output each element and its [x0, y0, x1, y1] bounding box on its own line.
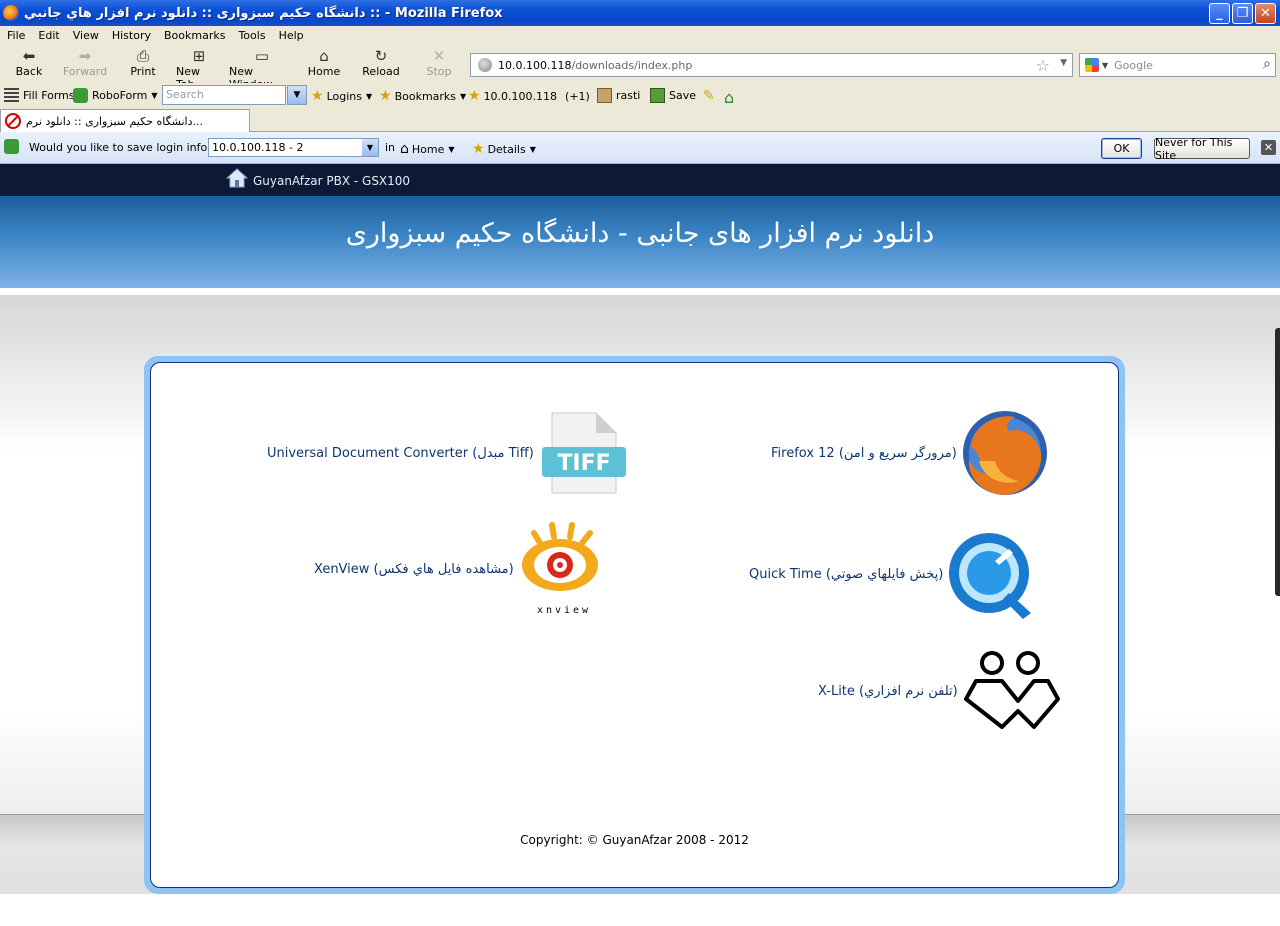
search-box[interactable]: ▼ Google ⌕	[1079, 53, 1276, 77]
roboform-bookmarks-button[interactable]: ★ Bookmarks ▼	[379, 88, 466, 104]
login-name-select[interactable]: 10.0.100.118 - 2 ▼	[208, 138, 379, 157]
stop-button[interactable]: ✕ Stop	[424, 47, 454, 81]
ok-button[interactable]: OK	[1101, 138, 1142, 159]
window-title: دانشگاه حکیم سبزواری :: دانلود نرم افزار…	[24, 5, 503, 21]
magnifier-icon[interactable]: ⌕	[1263, 56, 1271, 72]
save-icon	[650, 88, 665, 103]
menu-view[interactable]: View	[73, 29, 99, 42]
minimize-button[interactable]: _	[1209, 3, 1230, 24]
details-button[interactable]: ★ Details ▼	[472, 141, 536, 157]
url-dropdown-icon[interactable]: ▼	[1060, 58, 1067, 68]
search-placeholder: Google	[1114, 58, 1153, 72]
reload-icon: ↻	[374, 47, 388, 65]
details-star-icon: ★	[472, 141, 485, 157]
globe-icon	[478, 58, 492, 72]
quicktime-logo-icon	[949, 533, 1032, 619]
chevron-down-icon[interactable]: ▼	[362, 139, 378, 156]
menu-tools[interactable]: Tools	[238, 29, 265, 42]
firefox-logo-icon	[962, 411, 1047, 495]
restore-button[interactable]: ❐	[1232, 3, 1253, 24]
home-icon: ⌂	[319, 47, 329, 65]
logins-icon: ★	[311, 88, 324, 104]
folder-home-button[interactable]: ⌂ Home ▼	[400, 141, 455, 157]
pbx-home-icon[interactable]	[226, 167, 248, 189]
pbx-top-bar: GuyanAfzar PBX - GSX100	[0, 164, 1280, 196]
close-notification-icon[interactable]: ✕	[1261, 140, 1276, 155]
menu-bookmarks[interactable]: Bookmarks	[164, 29, 225, 42]
tab-label: دانشگاه حکیم سبزواری :: دانلود نرم...	[26, 114, 204, 128]
print-button[interactable]: ⎙ Print	[128, 47, 158, 81]
search-engine-dropdown-icon[interactable]: ▼	[1102, 61, 1108, 70]
identity-button[interactable]: rasti	[597, 88, 640, 103]
stop-icon: ✕	[432, 47, 446, 65]
printer-icon: ⎙	[136, 47, 149, 65]
back-arrow-icon: ⬅	[22, 47, 36, 65]
pbx-title[interactable]: GuyanAfzar PBX - GSX100	[253, 174, 410, 188]
home-folder-icon: ⌂	[400, 141, 409, 157]
new-tab-icon: ⊞	[192, 47, 206, 65]
highlight-button[interactable]: ✎	[703, 88, 715, 104]
site-star-icon: ★	[468, 88, 481, 104]
url-bar[interactable]: 10.0.100.118/downloads/index.php ☆ ▼	[470, 53, 1073, 77]
fill-forms-button[interactable]: Fill Forms	[4, 88, 75, 103]
page-header: دانلود نرم افزار های جانبی - دانشگاه حکی…	[0, 196, 1280, 288]
never-for-this-site-button[interactable]: Never for This Site	[1154, 136, 1250, 162]
roboform-search-input[interactable]: Search	[162, 85, 286, 105]
firefox-download-link[interactable]: Firefox 12 (مرورگر سریع و امن)	[771, 407, 1053, 499]
save-login-bar: Would you like to save login info as: 10…	[0, 132, 1280, 164]
menu-bar: File Edit View History Bookmarks Tools H…	[0, 26, 1280, 45]
roboform-button[interactable]: RoboForm ▼	[73, 88, 157, 103]
home-green-icon: ⌂	[724, 88, 735, 107]
forward-button[interactable]: ➡ Forward	[62, 47, 108, 81]
page-heading: دانلود نرم افزار های جانبی - دانشگاه حکی…	[345, 218, 935, 249]
xlite-people-icon	[963, 651, 1060, 729]
firefox-icon	[3, 5, 19, 21]
site-login-button[interactable]: ★ 10.0.100.118 (+1)	[468, 88, 590, 104]
new-window-button[interactable]: ▭ New Window	[229, 47, 295, 91]
new-window-icon: ▭	[254, 47, 270, 65]
logins-button[interactable]: ★ Logins ▼	[311, 88, 372, 104]
in-label: in	[385, 141, 396, 154]
tiff-badge-text: TIFF	[557, 451, 610, 476]
menu-help[interactable]: Help	[279, 29, 304, 42]
navigation-toolbar: ⬅ Back ➡ Forward ⎙ Print ⊞ New Tab ▭ New…	[0, 45, 1280, 91]
identity-card-icon	[597, 88, 612, 103]
home-button[interactable]: ⌂ Home	[308, 47, 340, 81]
highlighter-icon: ✎	[703, 88, 715, 104]
xnview-logo-icon: xnview	[521, 522, 598, 616]
quicktime-download-link[interactable]: Quick Time (پخش فایلهاي صوتي)	[749, 527, 1043, 621]
close-window-button[interactable]: ✕	[1255, 3, 1276, 24]
tiff-file-icon: TIFF	[541, 412, 626, 494]
roboform-icon	[73, 88, 88, 103]
window-title-bar: دانشگاه حکیم سبزواری :: دانلود نرم افزار…	[0, 0, 1280, 26]
bookmarks-icon: ★	[379, 88, 392, 104]
back-button[interactable]: ⬅ Back	[14, 47, 44, 81]
blocked-icon	[5, 113, 21, 129]
scrollbar[interactable]	[1275, 328, 1280, 596]
tiff-converter-download-link[interactable]: Universal Document Converter (مبدل Tiff)…	[267, 407, 630, 499]
menu-file[interactable]: File	[7, 29, 25, 42]
fill-forms-icon	[4, 88, 19, 103]
tab-strip: دانشگاه حکیم سبزواری :: دانلود نرم...	[0, 108, 1280, 132]
roboform-notify-icon	[4, 139, 23, 154]
save-login-question: Would you like to save login info as:	[29, 141, 227, 154]
new-tab-button[interactable]: ⊞ New Tab	[176, 47, 222, 91]
downloads-panel: Firefox 12 (مرورگر سریع و امن) Universal…	[144, 356, 1125, 894]
google-icon[interactable]	[1085, 58, 1099, 72]
roboform-search-dropdown-icon[interactable]: ▼	[287, 85, 307, 105]
forward-arrow-icon: ➡	[78, 47, 92, 65]
xlite-download-link[interactable]: X-Lite (تلفن نرم افزاري)	[818, 649, 1062, 733]
copyright: Copyright: © GuyanAfzar 2008 - 2012	[520, 833, 749, 847]
tab-active[interactable]: دانشگاه حکیم سبزواری :: دانلود نرم...	[0, 109, 250, 132]
reload-button[interactable]: ↻ Reload	[362, 47, 400, 81]
menu-history[interactable]: History	[112, 29, 151, 42]
xnview-logo-text: xnview	[537, 605, 591, 616]
menu-edit[interactable]: Edit	[38, 29, 59, 42]
roboform-home-button[interactable]: ⌂	[724, 88, 734, 107]
roboform-toolbar: Fill Forms RoboForm ▼ Search ▼ ★ Logins ▼ …	[0, 83, 1280, 108]
url-text: 10.0.100.118/downloads/index.php	[498, 58, 693, 72]
save-form-button[interactable]: Save	[650, 88, 696, 103]
xnview-download-link[interactable]: XenView (مشاهده فایل هاي فکس) xnview	[314, 521, 614, 617]
bookmark-star-icon[interactable]: ☆	[1036, 56, 1050, 75]
